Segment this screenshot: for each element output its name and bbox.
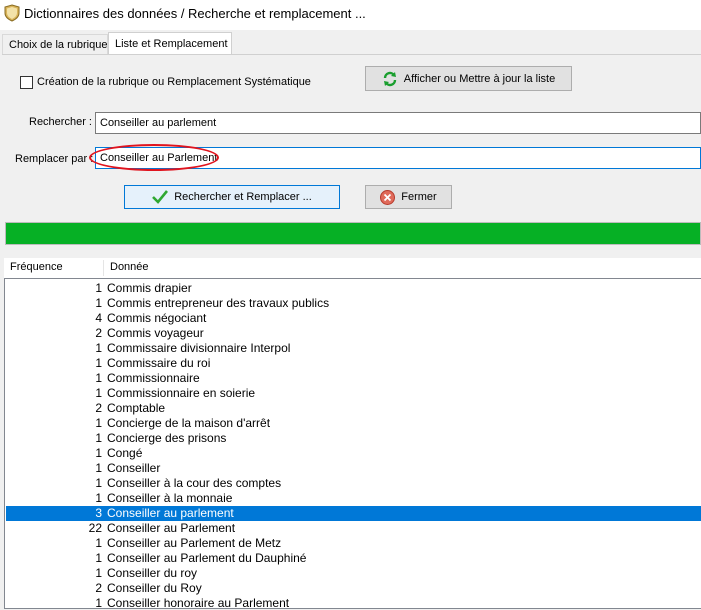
list-item-value: Conseiller du Roy bbox=[107, 581, 202, 595]
list-item-value: Commissaire divisionnaire Interpol bbox=[107, 341, 291, 355]
list-item-frequency: 1 bbox=[95, 356, 102, 370]
list-item[interactable]: 1 Concierge de la maison d'arrêt bbox=[6, 416, 701, 431]
list-item[interactable]: 1 Conseiller honoraire au Parlement bbox=[6, 596, 701, 609]
list-item-value: Comptable bbox=[107, 401, 166, 415]
list-item[interactable]: 1 Commis entrepreneur des travaux publics bbox=[6, 296, 701, 311]
progress-fill bbox=[6, 223, 700, 244]
close-icon bbox=[380, 189, 396, 205]
list-item-frequency: 2 bbox=[95, 581, 102, 595]
list-item[interactable]: 1 Conseiller bbox=[6, 461, 701, 476]
list-item-value: Conseiller honoraire au Parlement bbox=[107, 596, 290, 609]
list-item-frequency: 1 bbox=[95, 551, 102, 565]
list-item-value: Conseiller au Parlement bbox=[107, 521, 236, 535]
tab-strip: Choix de la rubrique Liste et Remplaceme… bbox=[0, 31, 701, 56]
list-item[interactable]: 1 Conseiller du roy bbox=[6, 566, 701, 581]
list-item-value: Commis drapier bbox=[107, 281, 192, 295]
list-item-frequency: 2 bbox=[95, 401, 102, 415]
list-item-frequency: 3 bbox=[95, 506, 102, 520]
column-header-data[interactable]: Donnée bbox=[110, 261, 149, 273]
list-item-frequency: 1 bbox=[95, 296, 102, 310]
list-item[interactable]: 1 Commissaire divisionnaire Interpol bbox=[6, 341, 701, 356]
column-header-frequency[interactable]: Fréquence bbox=[10, 261, 63, 273]
list-item-frequency: 1 bbox=[95, 491, 102, 505]
list-item-frequency: 1 bbox=[95, 536, 102, 550]
refresh-list-label: Afficher ou Mettre à jour la liste bbox=[403, 72, 556, 85]
list-item-value: Conseiller au Parlement de Metz bbox=[107, 536, 282, 550]
list-item[interactable]: 1 Commissionnaire en soierie bbox=[6, 386, 701, 401]
tab-liste-remplacement[interactable]: Liste et Remplacement bbox=[108, 32, 232, 56]
replace-input[interactable] bbox=[95, 147, 701, 169]
list-item[interactable]: 1 Commissionnaire bbox=[6, 371, 701, 386]
list-item-value: Conseiller au parlement bbox=[107, 506, 234, 520]
tab-choix-rubrique[interactable]: Choix de la rubrique bbox=[2, 34, 108, 54]
list-item-frequency: 1 bbox=[95, 476, 102, 490]
list-item-frequency: 22 bbox=[88, 521, 102, 535]
list-item-frequency: 1 bbox=[95, 386, 102, 400]
list-item[interactable]: 2 Comptable bbox=[6, 401, 701, 416]
list-item-value: Conseiller à la monnaie bbox=[107, 491, 233, 505]
list-item-frequency: 4 bbox=[95, 311, 102, 325]
list-item-frequency: 1 bbox=[95, 341, 102, 355]
list-item-frequency: 1 bbox=[95, 371, 102, 385]
list-item-value: Concierge des prisons bbox=[107, 431, 227, 445]
list-item-selected[interactable]: 3 Conseiller au parlement bbox=[6, 506, 701, 521]
list-item[interactable]: 2 Commis voyageur bbox=[6, 326, 701, 341]
search-input[interactable] bbox=[95, 112, 701, 134]
list-item-value: Commissionnaire en soierie bbox=[107, 386, 256, 400]
list-item-value: Congé bbox=[107, 446, 143, 460]
list-item-value: Conseiller à la cour des comptes bbox=[107, 476, 282, 490]
list-item-value: Conseiller bbox=[107, 461, 161, 475]
list-item[interactable]: 1 Commissaire du roi bbox=[6, 356, 701, 371]
list-item-value: Concierge de la maison d'arrêt bbox=[107, 416, 271, 430]
list-item[interactable]: 1 Commis drapier bbox=[6, 281, 701, 296]
list-item[interactable]: 4 Commis négociant bbox=[6, 311, 701, 326]
list-item-value: Commis négociant bbox=[107, 311, 207, 325]
data-list[interactable]: 1 Commis drapier 1 Commis entrepreneur des … bbox=[4, 278, 701, 609]
list-item[interactable]: 1 Conseiller à la cour des comptes bbox=[6, 476, 701, 491]
refresh-list-button[interactable]: Afficher ou Mettre à jour la liste bbox=[365, 66, 572, 91]
progress-bar bbox=[5, 222, 701, 245]
list-item-frequency: 1 bbox=[95, 281, 102, 295]
close-button[interactable]: Fermer bbox=[365, 185, 452, 209]
column-separator[interactable] bbox=[103, 260, 104, 276]
list-item[interactable]: 1 Conseiller au Parlement du Dauphiné bbox=[6, 551, 701, 566]
list-item-value: Conseiller du roy bbox=[107, 566, 198, 580]
list-item[interactable]: 1 Conseiller au Parlement de Metz bbox=[6, 536, 701, 551]
list-item-frequency: 2 bbox=[95, 326, 102, 340]
list-item[interactable]: 22 Conseiller au Parlement bbox=[6, 521, 701, 536]
list-item-value: Conseiller au Parlement du Dauphiné bbox=[107, 551, 307, 565]
list-item-value: Commissaire du roi bbox=[107, 356, 211, 370]
list-item-value: Commis voyageur bbox=[107, 326, 204, 340]
app-logo-icon bbox=[4, 4, 20, 22]
list-item[interactable]: 1 Congé bbox=[6, 446, 701, 461]
list-item-frequency: 1 bbox=[95, 431, 102, 445]
list-item-frequency: 1 bbox=[95, 461, 102, 475]
window-title: Dictionnaires des données / Recherche et… bbox=[24, 6, 366, 21]
list-item[interactable]: 1 Concierge des prisons bbox=[6, 431, 701, 446]
title-bar: Dictionnaires des données / Recherche et… bbox=[0, 0, 701, 30]
list-item-frequency: 1 bbox=[95, 416, 102, 430]
checkmark-icon bbox=[152, 190, 169, 204]
list-item[interactable]: 1 Conseiller à la monnaie bbox=[6, 491, 701, 506]
replace-label: Remplacer par : bbox=[15, 153, 94, 165]
close-label: Fermer bbox=[401, 191, 437, 203]
systematic-checkbox[interactable] bbox=[20, 76, 33, 89]
refresh-icon bbox=[383, 71, 396, 86]
search-label: Rechercher : bbox=[29, 116, 92, 128]
search-replace-label: Rechercher et Remplacer ... bbox=[174, 191, 312, 203]
list-item[interactable]: 2 Conseiller du Roy bbox=[6, 581, 701, 596]
list-item-frequency: 1 bbox=[95, 596, 102, 609]
search-replace-button[interactable]: Rechercher et Remplacer ... bbox=[124, 185, 340, 209]
list-item-value: Commissionnaire bbox=[107, 371, 200, 385]
list-header: Fréquence Donnée bbox=[4, 258, 701, 278]
list-item-frequency: 1 bbox=[95, 566, 102, 580]
systematic-checkbox-label: Création de la rubrique ou Remplacement … bbox=[37, 76, 311, 88]
list-item-frequency: 1 bbox=[95, 446, 102, 460]
list-item-value: Commis entrepreneur des travaux publics bbox=[107, 296, 330, 310]
